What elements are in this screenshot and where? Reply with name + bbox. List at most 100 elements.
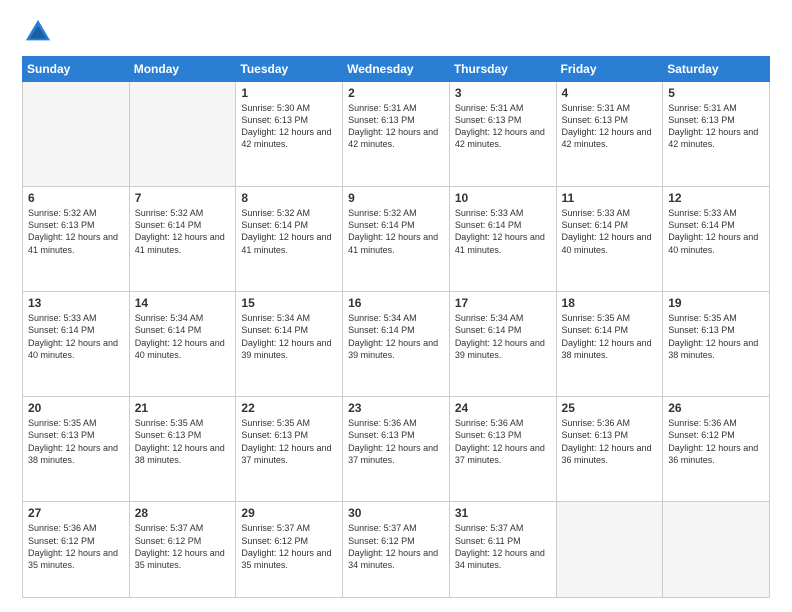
day-info: Sunrise: 5:34 AM Sunset: 6:14 PM Dayligh… — [348, 312, 444, 361]
day-info: Sunrise: 5:32 AM Sunset: 6:14 PM Dayligh… — [135, 207, 231, 256]
day-number: 23 — [348, 401, 444, 415]
calendar-cell: 26 Sunrise: 5:36 AM Sunset: 6:12 PM Dayli… — [663, 397, 770, 502]
day-info: Sunrise: 5:36 AM Sunset: 6:12 PM Dayligh… — [28, 522, 124, 571]
calendar-cell: 20Sunrise: 5:35 AM Sunset: 6:13 PM Dayli… — [23, 397, 130, 502]
calendar-cell: 22 Sunrise: 5:35 AM Sunset: 6:13 PM Dayli… — [236, 397, 343, 502]
calendar-cell: 21Sunrise: 5:35 AM Sunset: 6:13 PM Dayli… — [129, 397, 236, 502]
day-number: 9 — [348, 191, 444, 205]
day-number: 12 — [668, 191, 764, 205]
day-number: 30 — [348, 506, 444, 520]
calendar-cell: 5Sunrise: 5:31 AM Sunset: 6:13 PM Daylig… — [663, 82, 770, 187]
page: SundayMondayTuesdayWednesdayThursdayFrid… — [0, 0, 792, 612]
day-info: Sunrise: 5:33 AM Sunset: 6:14 PM Dayligh… — [668, 207, 764, 256]
calendar-header-row: SundayMondayTuesdayWednesdayThursdayFrid… — [23, 57, 770, 82]
day-number: 25 — [562, 401, 658, 415]
day-info: Sunrise: 5:31 AM Sunset: 6:13 PM Dayligh… — [668, 102, 764, 151]
calendar-header-wednesday: Wednesday — [343, 57, 450, 82]
calendar-cell: 7 Sunrise: 5:32 AM Sunset: 6:14 PM Daylig… — [129, 187, 236, 292]
day-number: 22 — [241, 401, 337, 415]
day-number: 28 — [135, 506, 231, 520]
calendar-cell: 4 Sunrise: 5:31 AM Sunset: 6:13 PM Daylig… — [556, 82, 663, 187]
day-number: 17 — [455, 296, 551, 310]
day-info: Sunrise: 5:37 AM Sunset: 6:12 PM Dayligh… — [135, 522, 231, 571]
calendar-cell: 25 Sunrise: 5:36 AM Sunset: 6:13 PM Dayli… — [556, 397, 663, 502]
day-number: 24 — [455, 401, 551, 415]
calendar-cell: 14Sunrise: 5:34 AM Sunset: 6:14 PM Dayli… — [129, 292, 236, 397]
day-info: Sunrise: 5:36 AM Sunset: 6:13 PM Dayligh… — [348, 417, 444, 466]
day-info: Sunrise: 5:35 AM Sunset: 6:13 PM Dayligh… — [28, 417, 124, 466]
day-info: Sunrise: 5:35 AM Sunset: 6:13 PM Dayligh… — [241, 417, 337, 466]
calendar-header-sunday: Sunday — [23, 57, 130, 82]
day-info: Sunrise: 5:33 AM Sunset: 6:14 PM Dayligh… — [455, 207, 551, 256]
day-info: Sunrise: 5:36 AM Sunset: 6:12 PM Dayligh… — [668, 417, 764, 466]
day-info: Sunrise: 5:31 AM Sunset: 6:13 PM Dayligh… — [455, 102, 551, 151]
logo-icon — [24, 18, 52, 46]
calendar-cell: 16 Sunrise: 5:34 AM Sunset: 6:14 PM Dayli… — [343, 292, 450, 397]
day-info: Sunrise: 5:31 AM Sunset: 6:13 PM Dayligh… — [562, 102, 658, 151]
day-number: 27 — [28, 506, 124, 520]
calendar-cell: 27 Sunrise: 5:36 AM Sunset: 6:12 PM Dayli… — [23, 502, 130, 598]
day-number: 11 — [562, 191, 658, 205]
calendar-cell: 19 Sunrise: 5:35 AM Sunset: 6:13 PM Dayli… — [663, 292, 770, 397]
day-number: 15 — [241, 296, 337, 310]
calendar-cell: 30 Sunrise: 5:37 AM Sunset: 6:12 PM Dayli… — [343, 502, 450, 598]
day-number: 6 — [28, 191, 124, 205]
day-info: Sunrise: 5:35 AM Sunset: 6:13 PM Dayligh… — [135, 417, 231, 466]
day-info: Sunrise: 5:35 AM Sunset: 6:13 PM Dayligh… — [668, 312, 764, 361]
day-info: Sunrise: 5:37 AM Sunset: 6:11 PM Dayligh… — [455, 522, 551, 571]
calendar-header-saturday: Saturday — [663, 57, 770, 82]
calendar-table: SundayMondayTuesdayWednesdayThursdayFrid… — [22, 56, 770, 598]
day-info: Sunrise: 5:32 AM Sunset: 6:14 PM Dayligh… — [241, 207, 337, 256]
day-number: 26 — [668, 401, 764, 415]
calendar-cell: 3 Sunrise: 5:31 AM Sunset: 6:13 PM Daylig… — [449, 82, 556, 187]
day-number: 8 — [241, 191, 337, 205]
calendar-cell: 29Sunrise: 5:37 AM Sunset: 6:12 PM Dayli… — [236, 502, 343, 598]
day-number: 4 — [562, 86, 658, 100]
calendar-cell: 23 Sunrise: 5:36 AM Sunset: 6:13 PM Dayli… — [343, 397, 450, 502]
day-info: Sunrise: 5:33 AM Sunset: 6:14 PM Dayligh… — [562, 207, 658, 256]
day-info: Sunrise: 5:30 AM Sunset: 6:13 PM Dayligh… — [241, 102, 337, 151]
calendar-cell: 31 Sunrise: 5:37 AM Sunset: 6:11 PM Dayli… — [449, 502, 556, 598]
calendar-header-friday: Friday — [556, 57, 663, 82]
day-info: Sunrise: 5:34 AM Sunset: 6:14 PM Dayligh… — [241, 312, 337, 361]
calendar-cell: 18 Sunrise: 5:35 AM Sunset: 6:14 PM Dayli… — [556, 292, 663, 397]
calendar-cell: 6 Sunrise: 5:32 AM Sunset: 6:13 PM Daylig… — [23, 187, 130, 292]
calendar-cell — [556, 502, 663, 598]
calendar-cell — [129, 82, 236, 187]
calendar-cell — [23, 82, 130, 187]
day-number: 19 — [668, 296, 764, 310]
calendar-header-tuesday: Tuesday — [236, 57, 343, 82]
day-info: Sunrise: 5:35 AM Sunset: 6:14 PM Dayligh… — [562, 312, 658, 361]
calendar-cell: 2 Sunrise: 5:31 AM Sunset: 6:13 PM Daylig… — [343, 82, 450, 187]
logo — [22, 18, 56, 46]
day-number: 1 — [241, 86, 337, 100]
calendar-week-3: 13 Sunrise: 5:33 AM Sunset: 6:14 PM Dayli… — [23, 292, 770, 397]
day-number: 18 — [562, 296, 658, 310]
calendar-cell: 10Sunrise: 5:33 AM Sunset: 6:14 PM Dayli… — [449, 187, 556, 292]
calendar-header-thursday: Thursday — [449, 57, 556, 82]
day-info: Sunrise: 5:32 AM Sunset: 6:13 PM Dayligh… — [28, 207, 124, 256]
calendar-week-1: 1 Sunrise: 5:30 AM Sunset: 6:13 PM Daylig… — [23, 82, 770, 187]
day-number: 31 — [455, 506, 551, 520]
calendar-cell — [663, 502, 770, 598]
day-info: Sunrise: 5:34 AM Sunset: 6:14 PM Dayligh… — [455, 312, 551, 361]
day-info: Sunrise: 5:37 AM Sunset: 6:12 PM Dayligh… — [348, 522, 444, 571]
day-info: Sunrise: 5:36 AM Sunset: 6:13 PM Dayligh… — [455, 417, 551, 466]
day-number: 3 — [455, 86, 551, 100]
calendar-header-monday: Monday — [129, 57, 236, 82]
day-number: 13 — [28, 296, 124, 310]
calendar-cell: 13 Sunrise: 5:33 AM Sunset: 6:14 PM Dayli… — [23, 292, 130, 397]
calendar-cell: 28 Sunrise: 5:37 AM Sunset: 6:12 PM Dayli… — [129, 502, 236, 598]
calendar-cell: 8 Sunrise: 5:32 AM Sunset: 6:14 PM Daylig… — [236, 187, 343, 292]
day-number: 7 — [135, 191, 231, 205]
calendar-week-4: 20Sunrise: 5:35 AM Sunset: 6:13 PM Dayli… — [23, 397, 770, 502]
day-info: Sunrise: 5:33 AM Sunset: 6:14 PM Dayligh… — [28, 312, 124, 361]
day-info: Sunrise: 5:36 AM Sunset: 6:13 PM Dayligh… — [562, 417, 658, 466]
day-info: Sunrise: 5:32 AM Sunset: 6:14 PM Dayligh… — [348, 207, 444, 256]
day-number: 16 — [348, 296, 444, 310]
day-info: Sunrise: 5:34 AM Sunset: 6:14 PM Dayligh… — [135, 312, 231, 361]
header — [22, 18, 770, 46]
day-number: 2 — [348, 86, 444, 100]
day-info: Sunrise: 5:31 AM Sunset: 6:13 PM Dayligh… — [348, 102, 444, 151]
calendar-cell: 11 Sunrise: 5:33 AM Sunset: 6:14 PM Dayli… — [556, 187, 663, 292]
